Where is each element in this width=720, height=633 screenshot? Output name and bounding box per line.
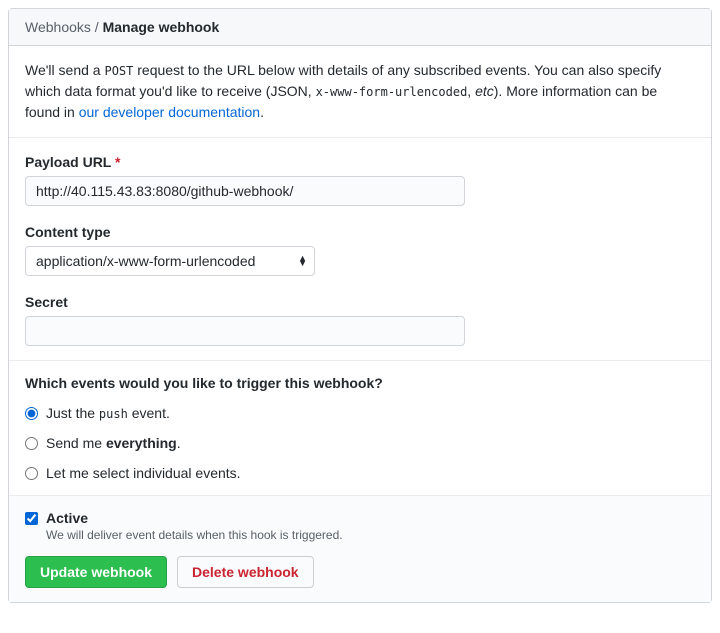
action-buttons: Update webhook Delete webhook bbox=[25, 556, 695, 588]
payload-url-label: Payload URL * bbox=[25, 154, 695, 170]
webhook-panel: Webhooks / Manage webhook We'll send a P… bbox=[8, 8, 712, 603]
event-radio-individual[interactable] bbox=[25, 467, 38, 480]
content-type-group: Content type application/x-www-form-urle… bbox=[25, 224, 695, 276]
required-asterisk: * bbox=[115, 154, 120, 170]
delete-webhook-button[interactable]: Delete webhook bbox=[177, 556, 314, 588]
active-section: Active We will deliver event details whe… bbox=[9, 496, 711, 602]
events-section: Which events would you like to trigger t… bbox=[9, 361, 711, 496]
form-section: Payload URL * Content type application/x… bbox=[9, 138, 711, 361]
event-option-everything[interactable]: Send me everything. bbox=[25, 435, 695, 451]
content-type-select[interactable]: application/x-www-form-urlencoded bbox=[25, 246, 315, 276]
secret-group: Secret bbox=[25, 294, 695, 346]
active-label: Active bbox=[46, 510, 343, 526]
payload-url-input[interactable] bbox=[25, 176, 465, 206]
update-webhook-button[interactable]: Update webhook bbox=[25, 556, 167, 588]
breadcrumb-separator: / bbox=[95, 19, 99, 35]
secret-label: Secret bbox=[25, 294, 695, 310]
intro-section: We'll send a POST request to the URL bel… bbox=[9, 46, 711, 138]
intro-text: We'll send a POST request to the URL bel… bbox=[25, 60, 695, 123]
event-radio-push[interactable] bbox=[25, 407, 38, 420]
event-option-individual[interactable]: Let me select individual events. bbox=[25, 465, 695, 481]
secret-input[interactable] bbox=[25, 316, 465, 346]
panel-header: Webhooks / Manage webhook bbox=[9, 9, 711, 46]
event-radio-everything[interactable] bbox=[25, 437, 38, 450]
developer-docs-link[interactable]: our developer documentation bbox=[79, 104, 260, 120]
active-desc: We will deliver event details when this … bbox=[46, 528, 343, 542]
payload-url-group: Payload URL * bbox=[25, 154, 695, 206]
breadcrumb-parent[interactable]: Webhooks bbox=[25, 19, 91, 35]
post-code: POST bbox=[104, 64, 133, 78]
event-option-push[interactable]: Just the push event. bbox=[25, 405, 695, 421]
events-heading: Which events would you like to trigger t… bbox=[25, 375, 695, 391]
urlencoded-code: x-www-form-urlencoded bbox=[316, 85, 468, 99]
active-checkbox[interactable] bbox=[25, 512, 38, 525]
breadcrumb-current: Manage webhook bbox=[103, 19, 220, 35]
active-checkbox-row[interactable]: Active We will deliver event details whe… bbox=[25, 510, 695, 542]
content-type-select-wrap: application/x-www-form-urlencoded ▲▼ bbox=[25, 246, 315, 276]
content-type-label: Content type bbox=[25, 224, 695, 240]
